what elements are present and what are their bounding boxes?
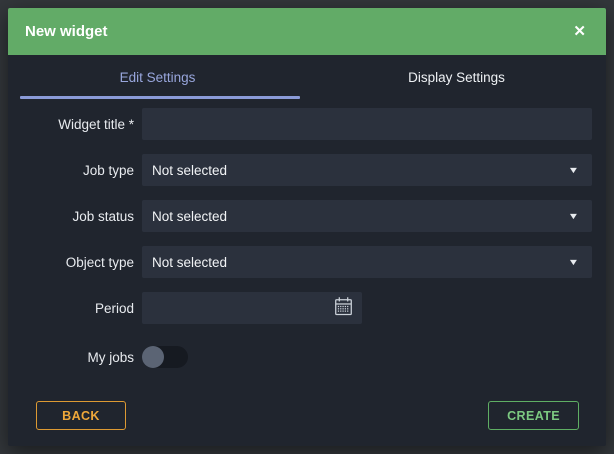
select-value: Not selected [152,208,228,224]
my-jobs-row: My jobs [22,346,592,368]
modal-footer: BACK CREATE [22,401,592,446]
new-widget-modal: New widget ✕ Edit Settings Display Setti… [8,8,606,446]
job-status-label: Job status [72,208,134,224]
period-input[interactable] [142,292,362,324]
modal-body: Widget title * Job type Not selected ▼ J… [8,99,606,446]
select-value: Not selected [152,254,228,270]
create-button[interactable]: CREATE [488,401,579,430]
tab-edit-settings[interactable]: Edit Settings [8,56,307,99]
widget-title-label: Widget title * [58,116,134,132]
chevron-down-icon: ▼ [567,257,580,267]
job-type-select[interactable]: Not selected ▼ [142,154,592,186]
widget-title-input[interactable] [142,108,592,140]
tab-bar: Edit Settings Display Settings [8,56,606,99]
chevron-down-icon: ▼ [567,165,580,175]
tab-label: Edit Settings [119,70,196,85]
object-type-label: Object type [65,254,134,270]
calendar-icon[interactable] [333,296,354,320]
back-button[interactable]: BACK [36,401,126,430]
chevron-down-icon: ▼ [567,211,580,221]
period-label: Period [94,300,134,316]
tab-display-settings[interactable]: Display Settings [307,56,606,99]
toggle-knob [142,346,164,368]
select-value: Not selected [152,162,228,178]
tab-label: Display Settings [408,70,505,85]
modal-header: New widget ✕ [8,8,606,55]
modal-title: New widget [25,23,108,40]
job-type-label: Job type [82,162,134,178]
object-type-row: Object type Not selected ▼ [22,246,592,278]
period-row: Period [22,292,592,324]
job-status-row: Job status Not selected ▼ [22,200,592,232]
job-status-select[interactable]: Not selected ▼ [142,200,592,232]
close-icon[interactable]: ✕ [573,24,586,39]
my-jobs-toggle[interactable] [142,346,188,368]
object-type-select[interactable]: Not selected ▼ [142,246,592,278]
my-jobs-label: My jobs [87,349,134,365]
widget-title-row: Widget title * [22,108,592,140]
job-type-row: Job type Not selected ▼ [22,154,592,186]
